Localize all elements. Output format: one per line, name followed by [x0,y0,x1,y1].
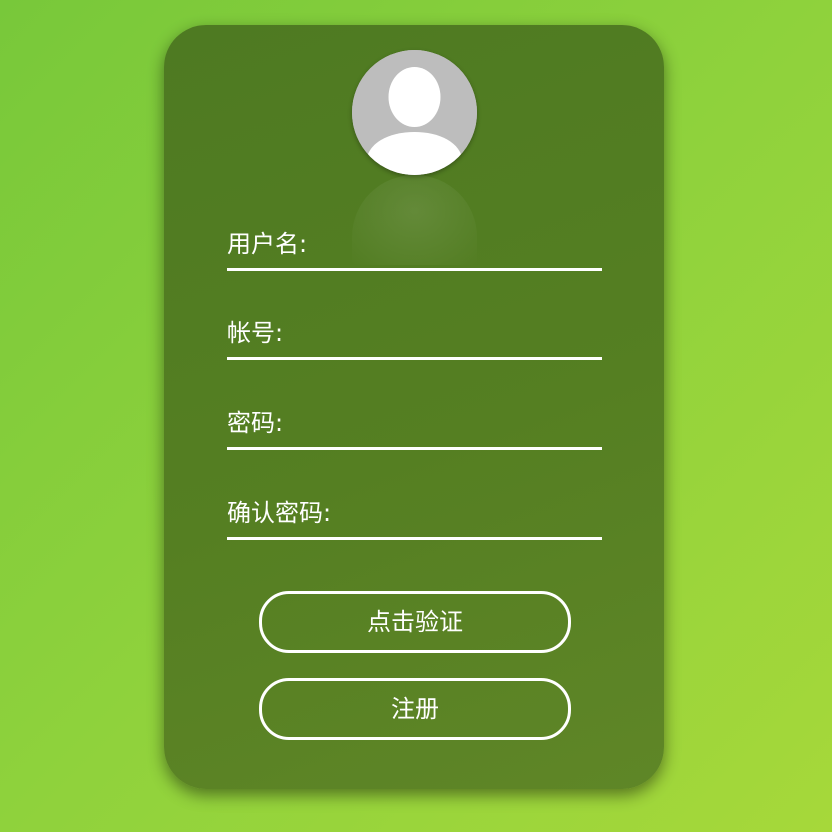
account-label: 帐号: [227,319,284,347]
username-label: 用户名: [227,230,308,258]
password-label: 密码: [227,409,284,437]
register-button[interactable]: 注册 [259,678,571,740]
username-field[interactable]: 用户名: [227,222,602,271]
avatar-user-icon [352,50,477,175]
password-field[interactable]: 密码: [227,401,602,450]
account-field[interactable]: 帐号: [227,311,602,360]
confirm-password-field[interactable]: 确认密码: [227,491,602,540]
register-card: 用户名: 帐号: 密码: 确认密码: 点击验证 注册 [164,25,664,789]
confirm-password-label: 确认密码: [227,499,332,527]
verify-button[interactable]: 点击验证 [259,591,571,653]
